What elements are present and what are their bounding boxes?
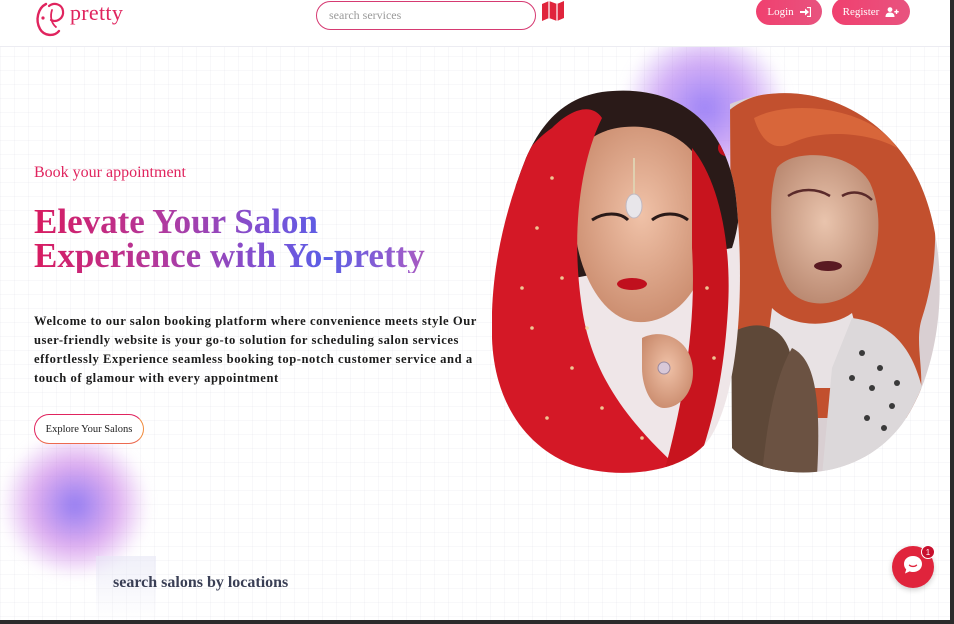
explore-salons-button[interactable]: Explore Your Salons — [34, 414, 144, 444]
logo-text: pretty — [70, 0, 124, 25]
register-button-label: Register — [842, 5, 880, 18]
navbar: pretty Login Register — [0, 0, 950, 47]
login-button[interactable]: Login — [756, 0, 822, 25]
locations-section-title: search salons by locations — [113, 574, 289, 591]
chat-notification-badge: 1 — [921, 545, 935, 559]
login-button-label: Login — [767, 5, 794, 18]
decorative-blob-left — [0, 435, 150, 575]
hero-image — [492, 88, 940, 476]
user-plus-icon — [885, 6, 900, 17]
hero-title-line2: Experience with Yo-pretty — [34, 236, 425, 275]
hero-eyebrow: Book your appointment — [34, 164, 186, 181]
hero-title: Elevate Your Salon Experience with Yo-pr… — [34, 205, 504, 273]
chat-bubble-icon — [902, 554, 924, 581]
map-icon[interactable] — [541, 1, 565, 21]
register-button[interactable]: Register — [832, 0, 910, 25]
search-input[interactable] — [316, 1, 536, 30]
logo[interactable]: pretty — [32, 0, 132, 40]
page: pretty Login Register — [0, 0, 950, 620]
logo-mark-icon — [36, 2, 65, 37]
sign-in-icon — [799, 6, 811, 17]
hero-description: Welcome to our salon booking platform wh… — [34, 314, 477, 385]
